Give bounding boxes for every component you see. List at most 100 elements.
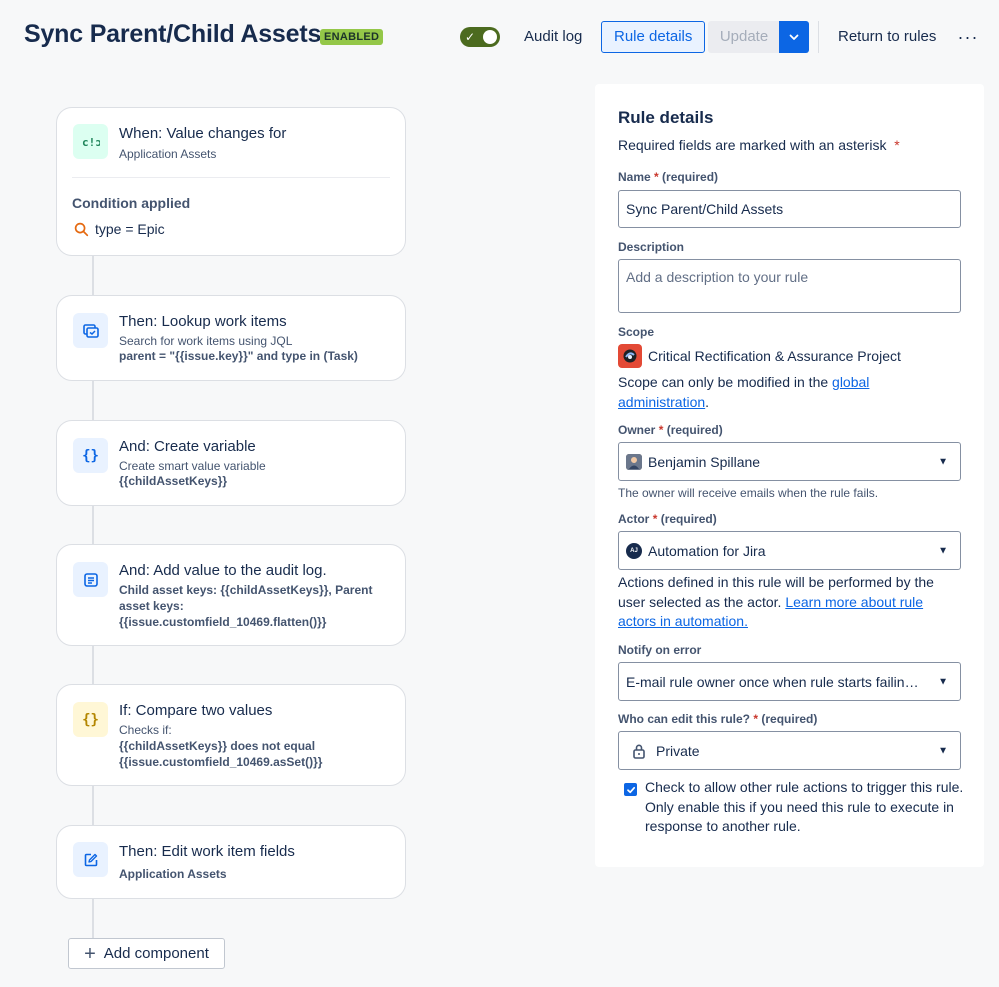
trigger-title: When: Value changes for xyxy=(119,125,287,142)
scope-note-text: Scope can only be modified in the xyxy=(618,374,829,390)
step-description: Search for work items using JQL xyxy=(119,334,293,348)
chevron-down-icon xyxy=(789,34,799,40)
check-icon: ✓ xyxy=(465,30,476,44)
condition-text: type = Epic xyxy=(95,221,165,237)
page-title: Sync Parent/Child Assets xyxy=(24,20,322,48)
step-description: Create smart value variable xyxy=(119,459,266,473)
plus-icon: + xyxy=(84,942,96,965)
flow-connector xyxy=(92,785,94,826)
name-label-text: Name xyxy=(618,170,651,184)
condition-label: Condition applied xyxy=(72,195,191,211)
check-icon xyxy=(626,786,635,793)
condition-row: type = Epic xyxy=(74,221,165,237)
step-detail: {{childAssetKeys}} does not equal {{issu… xyxy=(119,739,323,769)
page-header: Sync Parent/Child Assets ENABLED ✓ Audit… xyxy=(0,0,999,72)
step-card-edit-fields[interactable]: Then: Edit work item fields Application … xyxy=(56,825,406,899)
add-component-button[interactable]: + Add component xyxy=(68,938,225,969)
required-asterisk: * xyxy=(652,512,658,526)
step-detail: parent = "{{issue.key}}" and type in (Ta… xyxy=(119,349,358,363)
step-detail: {{childAssetKeys}} xyxy=(119,474,228,488)
required-asterisk: * xyxy=(753,712,759,726)
automation-avatar: AJ xyxy=(626,542,642,559)
braces-icon: {} xyxy=(73,702,108,737)
flow-connector xyxy=(92,380,94,421)
flow-connector xyxy=(92,505,94,545)
flow-connector xyxy=(92,255,94,296)
step-detail: Child asset keys: {{childAssetKeys}}, Pa… xyxy=(119,583,373,629)
owner-value: Benjamin Spillane xyxy=(648,453,761,470)
user-avatar xyxy=(626,453,642,470)
card-divider xyxy=(72,177,390,178)
required-text: (required) xyxy=(662,170,719,184)
audit-log-button[interactable]: Audit log xyxy=(512,21,594,53)
return-to-rules-button[interactable]: Return to rules xyxy=(826,21,948,53)
actor-value: Automation for Jira xyxy=(648,542,766,559)
description-field[interactable]: Add a description to your rule xyxy=(618,259,961,313)
required-note-text: Required fields are marked with an aster… xyxy=(618,137,887,153)
enable-toggle[interactable]: ✓ xyxy=(460,27,500,47)
scope-note-end: . xyxy=(705,393,710,410)
step-title: If: Compare two values xyxy=(119,702,273,719)
edit-icon xyxy=(73,842,108,877)
svg-text:c!ɔ: c!ɔ xyxy=(82,136,100,149)
actor-label-text: Actor xyxy=(618,512,650,526)
step-title: Then: Edit work item fields xyxy=(119,843,295,860)
scope-value: Critical Rectification & Assurance Proje… xyxy=(648,348,901,364)
notify-label: Notify on error xyxy=(618,643,702,657)
step-card-audit-log[interactable]: And: Add value to the audit log. Child a… xyxy=(56,544,406,646)
chevron-down-icon: ▼ xyxy=(938,545,948,556)
braces-icon: {} xyxy=(73,438,108,473)
scope-note: Scope can only be modified in the global… xyxy=(618,373,963,412)
notify-select[interactable]: E-mail rule owner once when rule starts … xyxy=(618,662,961,701)
required-text: (required) xyxy=(761,712,818,726)
required-text: (required) xyxy=(660,512,717,526)
edit-permission-value: Private xyxy=(656,742,700,759)
trigger-subtitle: Application Assets xyxy=(119,147,217,161)
chevron-down-icon: ▼ xyxy=(938,676,948,687)
scope-row: Critical Rectification & Assurance Proje… xyxy=(618,344,901,368)
value-change-icon: c!ɔ xyxy=(73,124,108,159)
owner-select[interactable]: Benjamin Spillane ▼ xyxy=(618,442,961,481)
edit-permission-label: Who can edit this rule? * (required) xyxy=(618,712,817,726)
step-title: And: Create variable xyxy=(119,438,256,455)
notify-value: E-mail rule owner once when rule starts … xyxy=(626,673,926,690)
document-icon xyxy=(73,562,108,597)
edit-permission-select[interactable]: Private ▼ xyxy=(618,731,961,770)
search-icon xyxy=(74,222,89,236)
lock-icon xyxy=(633,744,645,759)
owner-label: Owner * (required) xyxy=(618,423,723,437)
trigger-card[interactable]: c!ɔ When: Value changes for Application … xyxy=(56,107,406,256)
actor-select[interactable]: AJ Automation for Jira ▼ xyxy=(618,531,961,570)
update-button[interactable]: Update xyxy=(708,21,780,53)
scope-label: Scope xyxy=(618,325,655,339)
step-description: Checks if: xyxy=(119,723,172,737)
required-asterisk: * xyxy=(654,170,659,184)
project-avatar-icon xyxy=(618,344,642,368)
description-label: Description xyxy=(618,240,685,254)
required-asterisk: * xyxy=(658,423,664,437)
name-label: Name * (required) xyxy=(618,170,718,184)
toggle-knob xyxy=(483,30,497,44)
allow-trigger-label: Check to allow other rule actions to tri… xyxy=(645,779,964,834)
rule-details-panel: Rule details Required fields are marked … xyxy=(595,84,984,867)
step-detail: Application Assets xyxy=(119,867,227,881)
chevron-down-icon: ▼ xyxy=(938,456,948,467)
more-options-button[interactable]: ··· xyxy=(950,21,986,53)
status-badge: ENABLED xyxy=(320,29,384,45)
edit-permission-label-text: Who can edit this rule? xyxy=(618,712,751,726)
step-card-lookup[interactable]: Then: Lookup work items Search for work … xyxy=(56,295,406,381)
owner-helper: The owner will receive emails when the r… xyxy=(618,486,879,500)
add-component-label: Add component xyxy=(103,945,209,962)
allow-trigger-checkbox[interactable] xyxy=(624,783,637,796)
chevron-down-icon: ▼ xyxy=(938,745,948,756)
name-field[interactable]: Sync Parent/Child Assets xyxy=(618,190,961,228)
flow-connector xyxy=(92,645,94,685)
step-title: Then: Lookup work items xyxy=(119,313,287,330)
step-card-compare[interactable]: {} If: Compare two values Checks if: {{c… xyxy=(56,684,406,786)
required-asterisk: * xyxy=(894,137,900,153)
update-options-button[interactable] xyxy=(779,21,809,53)
step-card-create-variable[interactable]: {} And: Create variable Create smart val… xyxy=(56,420,406,506)
step-title: And: Add value to the audit log. xyxy=(119,562,327,579)
rule-details-button[interactable]: Rule details xyxy=(601,21,706,53)
owner-label-text: Owner xyxy=(618,423,656,437)
